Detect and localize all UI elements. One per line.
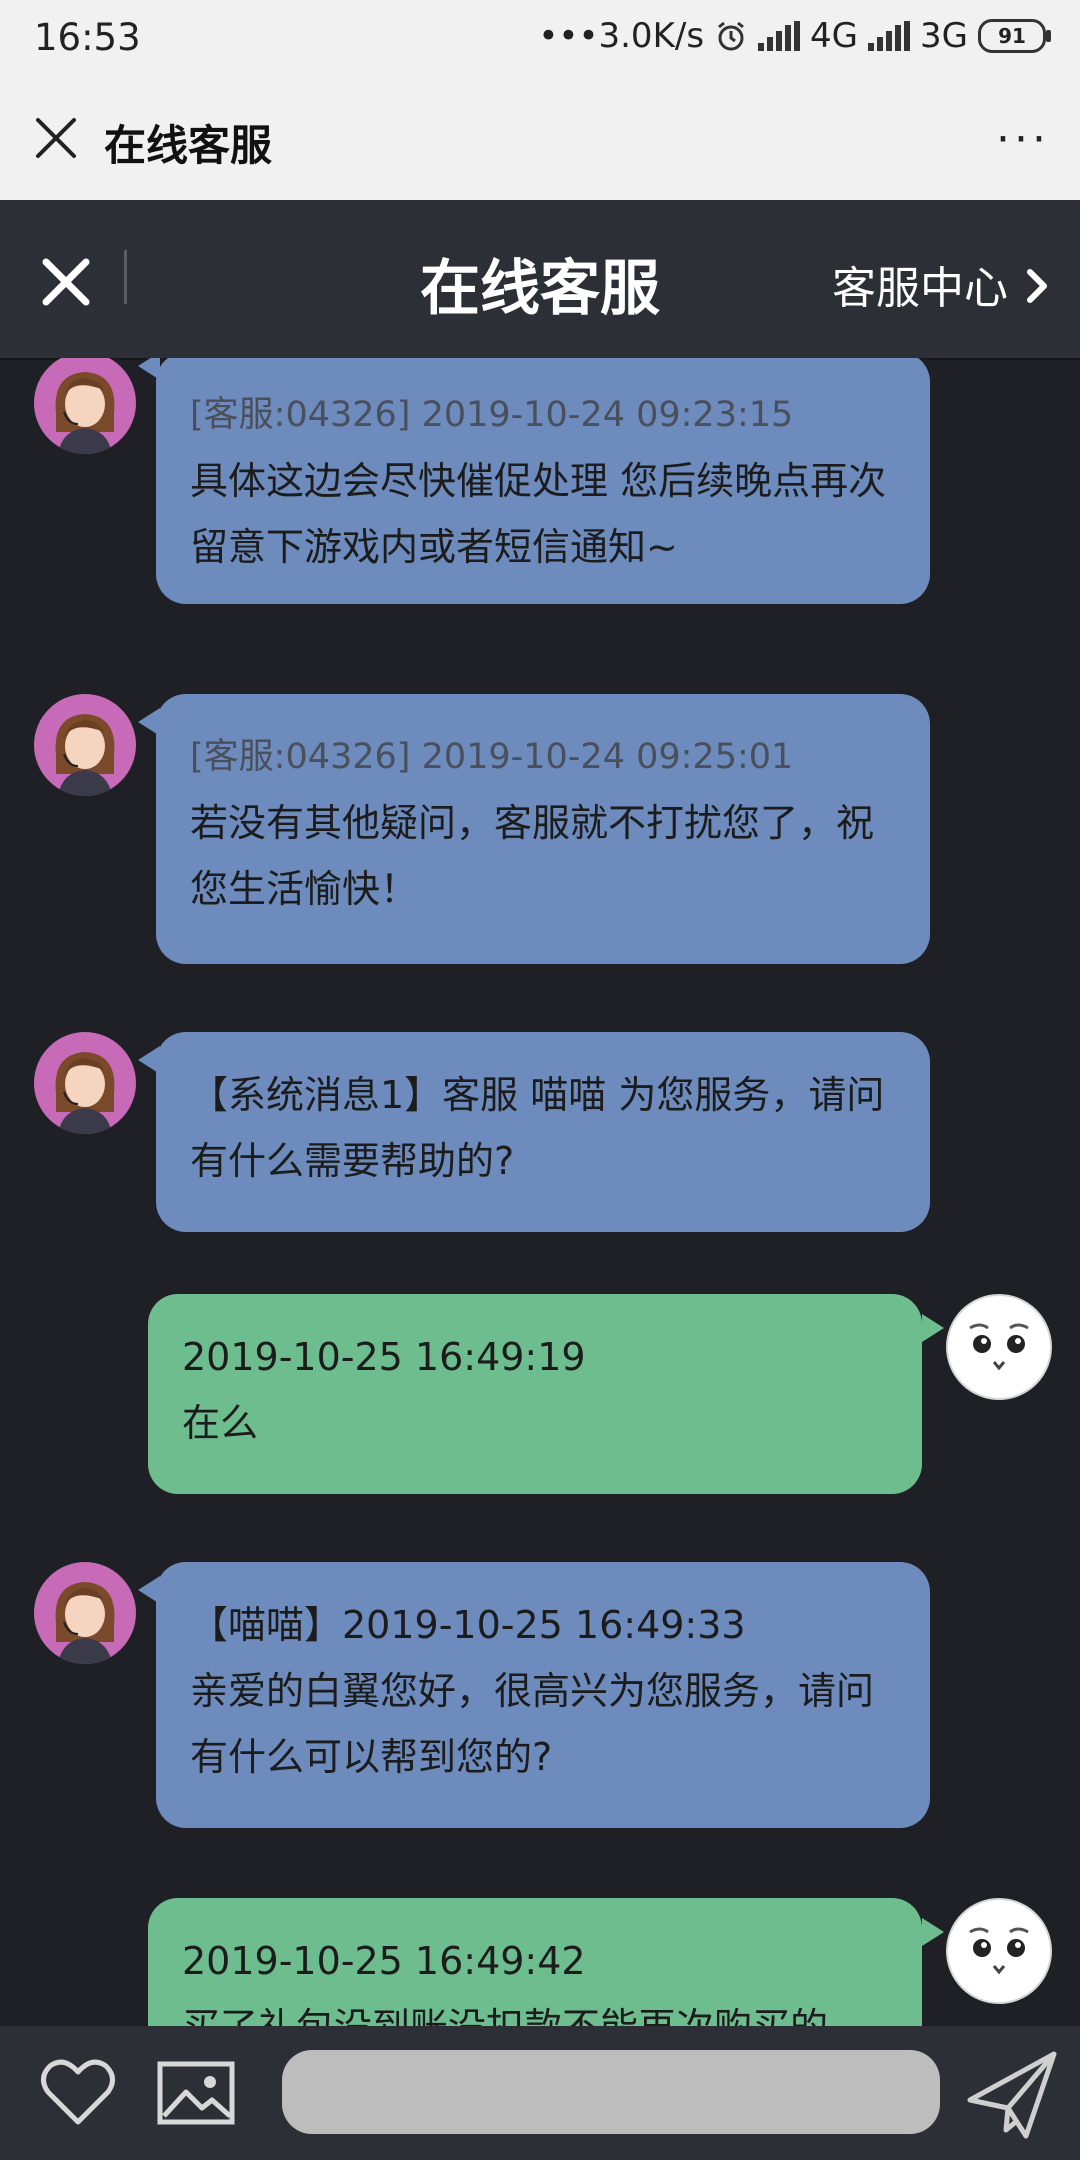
network-speed: •••3.0K/s: [538, 16, 705, 56]
agent-avatar: [34, 358, 136, 454]
agent-avatar: [34, 1032, 136, 1134]
message-input[interactable]: [282, 2050, 940, 2134]
message-meta: 2019-10-25 16:49:42: [182, 1939, 586, 1983]
webview-title: 在线客服: [104, 121, 273, 170]
message-bubble: [客服:04326] 2019-10-24 09:23:15 具体这边会尽快催促…: [156, 358, 930, 604]
message-agent: [客服:04326] 2019-10-24 09:25:01 若没有其他疑问，客…: [0, 686, 1080, 966]
agent-avatar: [34, 1562, 136, 1664]
status-indicators: •••3.0K/s 4G 3G 91: [538, 16, 1051, 56]
chevron-right-icon[interactable]: [1022, 266, 1052, 306]
message-text: 【系统消息1】客服 喵喵 为您服务，请问有什么需要帮助的?: [190, 1073, 885, 1183]
message-list[interactable]: [客服:04326] 2019-10-24 09:23:15 具体这边会尽快催促…: [0, 358, 1080, 2026]
message-text: 亲爱的白翼您好，很高兴为您服务，请问有什么可以帮到您的?: [190, 1669, 875, 1779]
close-icon[interactable]: [28, 110, 84, 166]
more-icon[interactable]: ···: [996, 114, 1050, 165]
chat-header: 在线客服 客服中心: [0, 200, 1080, 360]
message-bubble: [客服:04326] 2019-10-24 09:25:01 若没有其他疑问，客…: [156, 694, 930, 964]
message-agent: 【喵喵】2019-10-25 16:49:33 亲爱的白翼您好，很高兴为您服务，…: [0, 1562, 1080, 1842]
status-bar: 16:53 •••3.0K/s 4G 3G 91: [0, 0, 1080, 78]
message-bubble: 2019-10-25 16:49:42 买了礼包没到账没扣款不能再次购买的: [148, 1898, 922, 2026]
bubble-tail: [922, 1918, 944, 1946]
input-bar: [0, 2026, 1080, 2160]
message-meta: 【喵喵】2019-10-25 16:49:33: [190, 1603, 746, 1647]
message-user: 2019-10-25 16:49:19 在么: [0, 1294, 1080, 1504]
message-agent: [客服:04326] 2019-10-24 09:23:15 具体这边会尽快催促…: [0, 358, 1080, 618]
user-avatar: [946, 1294, 1052, 1400]
send-icon[interactable]: [966, 2050, 1058, 2140]
heart-icon[interactable]: [40, 2056, 116, 2128]
alarm-icon: [718, 21, 744, 51]
message-text: 在么: [182, 1401, 259, 1445]
bubble-tail: [922, 1314, 944, 1342]
agent-avatar: [34, 694, 136, 796]
message-text: 买了礼包没到账没扣款不能再次购买的: [182, 1994, 888, 2026]
status-time: 16:53: [34, 16, 141, 59]
battery-level: 91: [998, 24, 1026, 48]
message-meta: [客服:04326] 2019-10-24 09:25:01: [190, 737, 794, 777]
webview-titlebar: 在线客服 ···: [0, 78, 1080, 200]
message-user: 2019-10-25 16:49:42 买了礼包没到账没扣款不能再次购买的: [0, 1898, 1080, 2026]
message-meta: [客服:04326] 2019-10-24 09:23:15: [190, 395, 794, 435]
user-avatar: [946, 1898, 1052, 2004]
message-bubble: 【系统消息1】客服 喵喵 为您服务，请问有什么需要帮助的?: [156, 1032, 930, 1232]
image-icon[interactable]: [156, 2058, 236, 2128]
message-agent: 【系统消息1】客服 喵喵 为您服务，请问有什么需要帮助的?: [0, 1024, 1080, 1234]
network-type-2: 3G: [920, 16, 968, 56]
message-meta: 2019-10-25 16:49:19: [182, 1335, 586, 1379]
battery-icon: 91: [978, 19, 1051, 53]
service-center-link[interactable]: 客服中心: [832, 252, 1008, 316]
signal-icon-2: [868, 21, 911, 51]
signal-icon: [758, 21, 801, 51]
message-text: 若没有其他疑问，客服就不打扰您了，祝您生活愉快！: [190, 801, 875, 911]
message-bubble: 2019-10-25 16:49:19 在么: [148, 1294, 922, 1494]
message-bubble: 【喵喵】2019-10-25 16:49:33 亲爱的白翼您好，很高兴为您服务，…: [156, 1562, 930, 1828]
network-type-1: 4G: [810, 16, 859, 56]
message-text: 具体这边会尽快催促处理 您后续晚点再次留意下游戏内或者短信通知~: [190, 459, 887, 569]
